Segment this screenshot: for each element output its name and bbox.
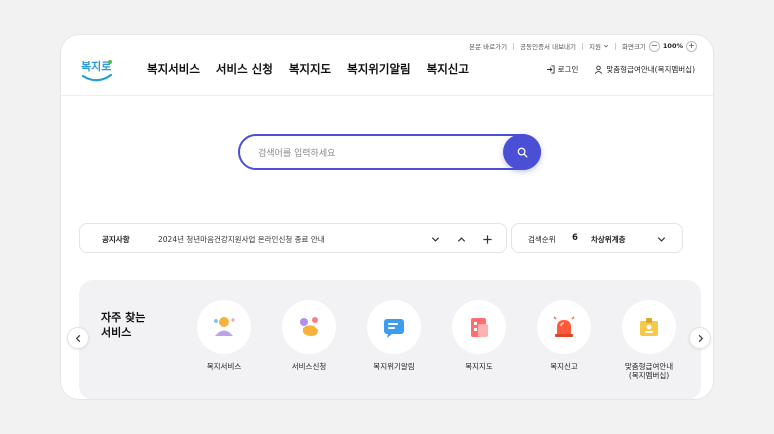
search-icon — [517, 147, 528, 158]
zoom-in-button[interactable]: + — [686, 40, 697, 52]
support-dropdown[interactable]: 지원 — [589, 41, 609, 51]
rank-number: 6 — [572, 233, 578, 243]
utility-bar: 본문 바로가기 공동인증서 내보내기 지원 화면크기 − 100% + — [469, 39, 697, 53]
search-input[interactable]: 검색어를 입력하세요 — [258, 146, 335, 159]
notice-next-button[interactable] — [426, 230, 444, 248]
fav-item-crisis-alert[interactable]: 복지위기알림 — [367, 300, 421, 380]
person-icon — [214, 317, 235, 336]
divider — [513, 42, 515, 50]
notice-text[interactable]: 2024년 청년마음건강지원사업 온라인신청 종료 안내 — [158, 234, 325, 245]
skip-to-content-link[interactable]: 본문 바로가기 — [469, 41, 507, 51]
main-nav: 복지서비스 서비스 신청 복지지도 복지위기알림 복지신고 — [147, 61, 469, 77]
search-button[interactable] — [503, 134, 541, 170]
chevron-down-icon — [657, 236, 665, 242]
cert-export-link[interactable]: 공동인증서 내보내기 — [520, 41, 576, 51]
chevron-down-icon — [431, 236, 439, 242]
fav-item-label: 복지위기알림 — [373, 362, 415, 371]
favorite-services: 자주 찾는 서비스 복지서비스 서비스신청 복지위기알림 복지지도 복지신고 맞… — [79, 280, 701, 399]
login-icon — [546, 65, 555, 74]
fav-item-membership[interactable]: 맞춤형급여안내 (복지멤버십) — [622, 300, 676, 380]
search-rank-bar: 검색순위 6 차상위계층 — [511, 223, 683, 253]
fav-icon-circle — [282, 300, 336, 354]
message-icon — [384, 319, 404, 338]
login-label: 로그인 — [557, 65, 579, 74]
zoom-control: 화면크기 − 100% + — [621, 40, 697, 52]
fav-item-welfare-report[interactable]: 복지신고 — [537, 300, 591, 380]
rank-label: 검색순위 — [528, 235, 556, 244]
fav-item-label: 복지지도 — [465, 362, 493, 371]
rank-keyword[interactable]: 차상위계층 — [591, 234, 626, 245]
chevron-up-icon — [457, 236, 465, 242]
badge-icon — [640, 318, 658, 336]
map-icon — [471, 318, 488, 337]
fav-item-welfare-services[interactable]: 복지서비스 — [197, 300, 251, 380]
fav-icon-circle — [537, 300, 591, 354]
site-logo[interactable]: 복지로 — [79, 55, 115, 85]
membership-label: 맞춤형급여안내(복지멤버십) — [606, 65, 695, 74]
notice-more-button[interactable] — [478, 230, 496, 248]
chevron-down-icon — [603, 44, 609, 48]
header-divider — [61, 95, 713, 96]
support-label: 지원 — [589, 43, 601, 51]
fav-item-label: 맞춤형급여안내 (복지멤버십) — [624, 362, 674, 380]
zoom-label: 화면크기 — [621, 43, 646, 51]
fav-icon-circle — [197, 300, 251, 354]
fav-icon-circle — [367, 300, 421, 354]
zoom-value: 100% — [662, 42, 683, 50]
fav-item-label: 서비스신청 — [291, 362, 327, 371]
nav-item-welfare-map[interactable]: 복지지도 — [289, 61, 331, 77]
fav-icon-circle — [452, 300, 506, 354]
nav-item-crisis-alert[interactable]: 복지위기알림 — [347, 61, 410, 77]
fav-item-service-apply[interactable]: 서비스신청 — [282, 300, 336, 380]
zoom-out-button[interactable]: − — [648, 40, 660, 52]
fav-item-label: 복지서비스 — [206, 362, 242, 371]
divider — [582, 42, 584, 50]
carousel-prev-button[interactable] — [67, 327, 89, 349]
nav-item-welfare-report[interactable]: 복지신고 — [427, 61, 469, 77]
bokjiro-logo-icon: 복지로 — [81, 59, 113, 82]
divider — [614, 42, 616, 50]
favorite-services-title: 자주 찾는 서비스 — [101, 311, 146, 339]
notice-prev-button[interactable] — [452, 230, 470, 248]
nav-item-welfare-services[interactable]: 복지서비스 — [147, 61, 200, 77]
favorite-services-list: 복지서비스 서비스신청 복지위기알림 복지지도 복지신고 맞춤형급여안내 (복지… — [197, 300, 676, 380]
fav-item-welfare-map[interactable]: 복지지도 — [452, 300, 506, 380]
chevron-left-icon — [75, 334, 80, 342]
hand-icon — [300, 317, 318, 336]
notice-bar: 공지사항 2024년 청년마음건강지원사업 온라인신청 종료 안내 — [79, 223, 507, 253]
notice-label: 공지사항 — [102, 235, 130, 244]
plus-icon — [482, 234, 492, 244]
search-box[interactable]: 검색어를 입력하세요 — [238, 134, 541, 170]
browser-frame: 본문 바로가기 공동인증서 내보내기 지원 화면크기 − 100% + 복지로 … — [61, 35, 713, 399]
login-link[interactable]: 로그인 — [546, 64, 579, 75]
svg-text:복지로: 복지로 — [81, 59, 111, 73]
user-icon — [595, 65, 603, 74]
siren-icon — [553, 316, 575, 337]
notice-controls — [426, 230, 496, 248]
chevron-right-icon — [698, 334, 703, 342]
header-links: 로그인 맞춤형급여안내(복지멤버십) — [546, 64, 695, 75]
membership-link[interactable]: 맞춤형급여안내(복지멤버십) — [594, 64, 695, 75]
fav-icon-circle — [622, 300, 676, 354]
carousel-next-button[interactable] — [689, 327, 711, 349]
nav-item-service-apply[interactable]: 서비스 신청 — [216, 61, 273, 77]
rank-expand-button[interactable] — [652, 230, 670, 248]
fav-item-label: 복지신고 — [550, 362, 578, 371]
